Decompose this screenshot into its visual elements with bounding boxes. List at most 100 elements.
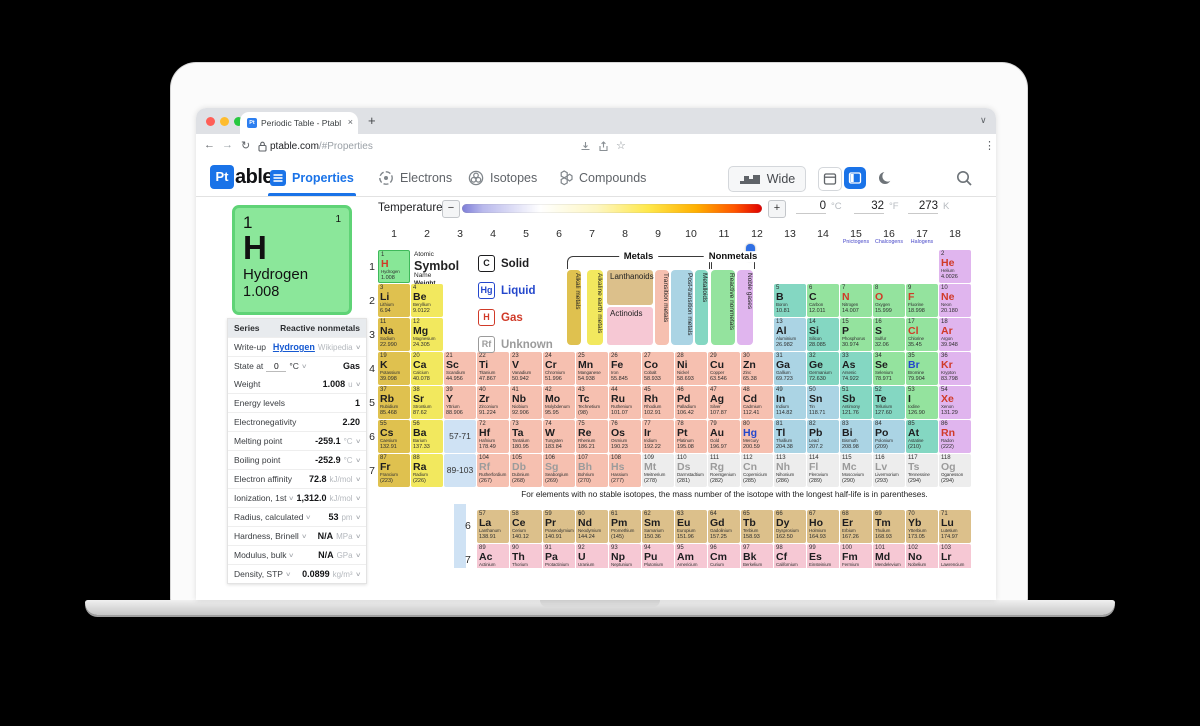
element-cell-As[interactable]: 33AsArsenic74.922 (840, 352, 872, 385)
element-cell-Nh[interactable]: 113NhNihonium(286) (774, 454, 806, 487)
element-cell-Ce[interactable]: 58CeCerium140.12 (510, 510, 542, 543)
element-cell-Br[interactable]: 35BrBromine79.904 (906, 352, 938, 385)
chevron-down-icon[interactable]: ∨ (355, 381, 361, 388)
element-cell-Co[interactable]: 27CoCobalt58.933 (642, 352, 674, 385)
element-cell-Ac[interactable]: 89AcActinium(227) (477, 544, 509, 568)
temperature-slider[interactable] (462, 204, 762, 213)
back-icon[interactable]: ← (204, 139, 215, 151)
element-cell-Sc[interactable]: 21ScScandium44.956 (444, 352, 476, 385)
chevron-down-icon[interactable]: ∨ (289, 552, 295, 559)
chevron-down-icon[interactable]: ∨ (355, 495, 361, 502)
element-cell-Nb[interactable]: 41NbNiobium92.906 (510, 386, 542, 419)
element-cell-Na[interactable]: 11NaSodium22.990 (378, 318, 410, 351)
element-cell-Sb[interactable]: 51SbAntimony121.76 (840, 386, 872, 419)
element-cell-Tm[interactable]: 69TmThulium168.93 (873, 510, 905, 543)
element-cell-Tl[interactable]: 81TlThallium204.38 (774, 420, 806, 453)
element-cell-Yb[interactable]: 70YbYtterbium173.05 (906, 510, 938, 543)
element-cell-O[interactable]: 8OOxygen15.999 (873, 284, 905, 317)
element-cell-Fm[interactable]: 100FmFermium(257) (840, 544, 872, 568)
chevron-down-icon[interactable]: ∨ (301, 533, 307, 540)
element-cell-Lv[interactable]: 116LvLivermorium(293) (873, 454, 905, 487)
element-cell-Sm[interactable]: 62SmSamarium150.36 (642, 510, 674, 543)
element-cell-Au[interactable]: 79AuGold196.97 (708, 420, 740, 453)
element-cell-Ba[interactable]: 56BaBarium137.33 (411, 420, 443, 453)
element-cell-K[interactable]: 19KPotassium39.098 (378, 352, 410, 385)
url-bar[interactable]: ptable.com/#Properties (270, 141, 373, 152)
element-cell-H[interactable]: 1HHydrogen1.008 (378, 250, 410, 283)
element-cell-Pa[interactable]: 91PaProtactinium231.04 (543, 544, 575, 568)
dark-mode-button[interactable] (874, 167, 896, 189)
chevron-down-icon[interactable]: ∨ (289, 495, 295, 502)
element-cell-Te[interactable]: 52TeTellurium127.60 (873, 386, 905, 419)
ptable-logo[interactable]: Pt able (210, 165, 273, 189)
element-cell-Ta[interactable]: 73TaTantalum180.95 (510, 420, 542, 453)
layout-sidebar-button[interactable] (844, 167, 866, 189)
element-cell-Lr[interactable]: 103LrLawrencium(266) (939, 544, 971, 568)
browser-tab[interactable]: Pt Periodic Table - Ptable × (240, 112, 358, 134)
element-cell-Bk[interactable]: 97BkBerkelium(247) (741, 544, 773, 568)
element-cell-Pt[interactable]: 78PtPlatinum195.08 (675, 420, 707, 453)
element-cell-Y[interactable]: 39YYttrium88.906 (444, 386, 476, 419)
nav-tab-isotopes[interactable]: Isotopes (468, 160, 537, 196)
writeup-link[interactable]: Hydrogen (273, 342, 315, 352)
element-cell-At[interactable]: 85AtAstatine(210) (906, 420, 938, 453)
element-cell-Ge[interactable]: 32GeGermanium72.630 (807, 352, 839, 385)
element-cell-La[interactable]: 57LaLanthanum138.91 (477, 510, 509, 543)
element-cell-V[interactable]: 23VVanadium50.942 (510, 352, 542, 385)
chevron-down-icon[interactable]: ∨ (355, 476, 361, 483)
element-cell-Ar[interactable]: 18ArArgon39.948 (939, 318, 971, 351)
element-cell-Rf[interactable]: 104RfRutherfordium(267) (477, 454, 509, 487)
element-cell-Lu[interactable]: 71LuLutetium174.97 (939, 510, 971, 543)
element-cell-Am[interactable]: 95AmAmericium(243) (675, 544, 707, 568)
close-window-button[interactable] (206, 117, 215, 126)
element-cell-Mn[interactable]: 25MnManganese54.938 (576, 352, 608, 385)
chevron-down-icon[interactable]: ∨ (306, 514, 312, 521)
element-cell-Bh[interactable]: 107BhBohrium(270) (576, 454, 608, 487)
install-app-icon[interactable] (580, 141, 591, 152)
placeholder-89-103[interactable]: 89-103 (444, 454, 476, 487)
element-cell-Ra[interactable]: 88RaRadium(226) (411, 454, 443, 487)
element-cell-Po[interactable]: 84PoPolonium(209) (873, 420, 905, 453)
element-cell-Pr[interactable]: 59PrPraseodymium140.91 (543, 510, 575, 543)
layout-top-button[interactable] (818, 167, 842, 191)
element-cell-Cf[interactable]: 98CfCalifornium(251) (774, 544, 806, 568)
element-cell-Bi[interactable]: 83BiBismuth208.98 (840, 420, 872, 453)
element-cell-Sr[interactable]: 38SrStrontium87.62 (411, 386, 443, 419)
element-cell-Er[interactable]: 68ErErbium167.26 (840, 510, 872, 543)
element-cell-Zr[interactable]: 40ZrZirconium91.224 (477, 386, 509, 419)
element-cell-Ir[interactable]: 77IrIridium192.22 (642, 420, 674, 453)
element-cell-No[interactable]: 102NoNobelium(259) (906, 544, 938, 568)
element-cell-Cu[interactable]: 29CuCopper63.546 (708, 352, 740, 385)
element-cell-Np[interactable]: 93NpNeptunium(237) (609, 544, 641, 568)
element-cell-Ga[interactable]: 31GaGallium69.723 (774, 352, 806, 385)
element-cell-Nd[interactable]: 60NdNeodymium144.24 (576, 510, 608, 543)
element-cell-U[interactable]: 92UUranium238.03 (576, 544, 608, 568)
element-cell-Dy[interactable]: 66DyDysprosium162.50 (774, 510, 806, 543)
element-cell-Rh[interactable]: 45RhRhodium102.91 (642, 386, 674, 419)
element-cell-Si[interactable]: 14SiSilicon28.085 (807, 318, 839, 351)
reload-icon[interactable]: ↻ (241, 139, 250, 152)
element-cell-Hf[interactable]: 72HfHafnium178.49 (477, 420, 509, 453)
chevron-down-icon[interactable]: ∨ (355, 571, 361, 578)
element-cell-Se[interactable]: 34SeSelenium78.971 (873, 352, 905, 385)
element-cell-In[interactable]: 49InIndium114.82 (774, 386, 806, 419)
element-cell-Ni[interactable]: 28NiNickel58.693 (675, 352, 707, 385)
temperature-plus-button[interactable]: + (768, 200, 786, 218)
new-tab-button[interactable]: + (368, 113, 376, 128)
forward-icon[interactable]: → (222, 139, 233, 151)
element-cell-Fe[interactable]: 26FeIron55.845 (609, 352, 641, 385)
element-cell-I[interactable]: 53IIodine126.90 (906, 386, 938, 419)
element-cell-Os[interactable]: 76OsOsmium190.23 (609, 420, 641, 453)
element-cell-Cr[interactable]: 24CrChromium51.996 (543, 352, 575, 385)
element-cell-Cn[interactable]: 112CnCopernicium(285) (741, 454, 773, 487)
bookmark-star-icon[interactable]: ☆ (616, 139, 626, 152)
element-cell-B[interactable]: 5BBoron10.81 (774, 284, 806, 317)
chevron-down-icon[interactable]: ∨ (285, 571, 291, 578)
nav-tab-properties[interactable]: Properties (270, 160, 354, 196)
element-cell-Ru[interactable]: 44RuRuthenium101.07 (609, 386, 641, 419)
element-cell-Rn[interactable]: 86RnRadon(222) (939, 420, 971, 453)
element-cell-Ti[interactable]: 22TiTitanium47.867 (477, 352, 509, 385)
placeholder-57-71[interactable]: 57-71 (444, 420, 476, 453)
wide-toggle-button[interactable]: Wide (728, 166, 806, 192)
element-cell-Sg[interactable]: 106SgSeaborgium(269) (543, 454, 575, 487)
